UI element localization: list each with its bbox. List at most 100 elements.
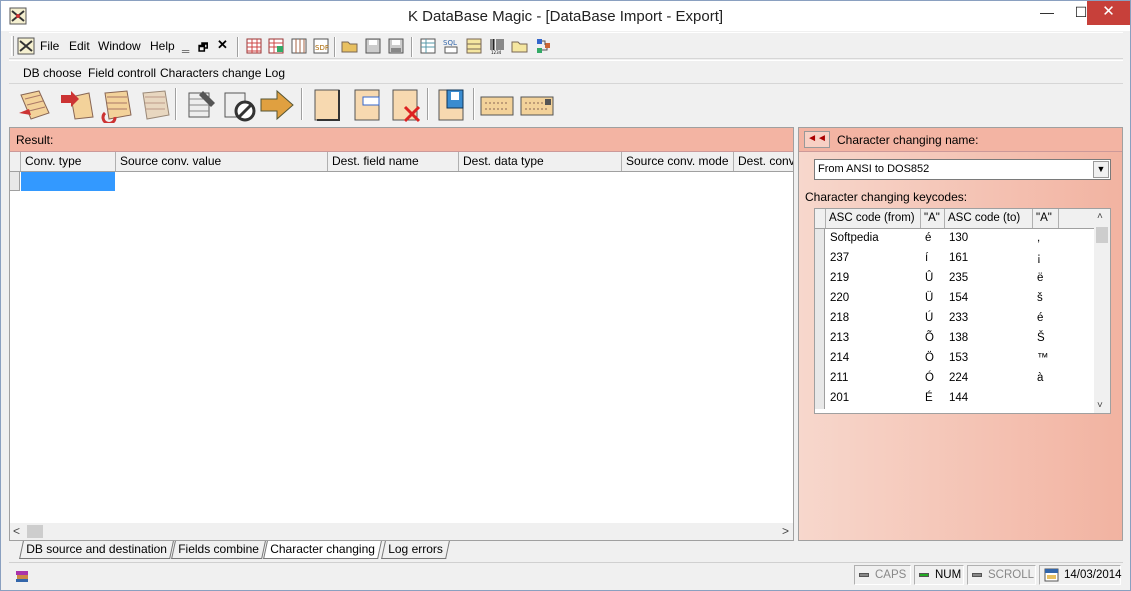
menu-field-controll[interactable]: Field controll	[88, 66, 156, 80]
table-red-icon[interactable]	[245, 37, 263, 55]
column-header-char-to[interactable]: "A"	[1033, 209, 1059, 228]
char-from-cell[interactable]: í	[925, 252, 928, 264]
save-as-icon[interactable]	[387, 37, 405, 55]
char-to-cell[interactable]: à	[1037, 372, 1043, 384]
asc-from-cell[interactable]: 220	[830, 292, 849, 304]
mdi-child-icon[interactable]	[17, 37, 35, 55]
menu-characters-change[interactable]: Characters change	[160, 66, 261, 80]
char-to-cell[interactable]: ë	[1037, 272, 1043, 284]
asc-from-cell[interactable]: 218	[830, 312, 849, 324]
keycode-row[interactable]: 218 Ú 233 é	[815, 309, 1095, 329]
char-from-cell[interactable]: Õ	[925, 332, 934, 344]
keycode-row[interactable]: 220 Ü 154 š	[815, 289, 1095, 309]
row-indicator[interactable]	[815, 229, 825, 249]
keycode-row[interactable]: 211 Ó 224 à	[815, 369, 1095, 389]
folder-note-icon[interactable]	[511, 37, 529, 55]
scrollbar-thumb[interactable]	[1096, 227, 1108, 243]
column-header-dest-conv[interactable]: Dest. conv.	[734, 152, 793, 171]
keycode-row[interactable]: 219 Û 235 ë	[815, 269, 1095, 289]
table-prohibited-icon[interactable]	[221, 87, 257, 123]
collapse-panel-button[interactable]: ◄◄	[804, 131, 830, 148]
forward-arrow-icon[interactable]	[259, 87, 295, 123]
keycode-row[interactable]: 237 í 161 ¡	[815, 249, 1095, 269]
char-to-cell[interactable]: ,	[1037, 232, 1040, 244]
barcode-icon[interactable]: 1234	[488, 37, 506, 55]
mdi-close-button[interactable]: ✕	[217, 37, 228, 53]
grid-icon[interactable]	[465, 37, 483, 55]
vertical-scrollbar[interactable]: ˄ ˅	[1094, 209, 1110, 413]
toolbar-grip[interactable]	[11, 36, 14, 56]
column-header-conv-type[interactable]: Conv. type	[21, 152, 116, 171]
new-page-icon[interactable]	[309, 87, 345, 123]
column-header-dest-field-name[interactable]: Dest. field name	[328, 152, 459, 171]
scroll-up-icon[interactable]: ˄	[1097, 211, 1103, 222]
scroll-right-icon[interactable]: >	[782, 524, 789, 538]
keycode-row[interactable]: 214 Ö 153 ™	[815, 349, 1095, 369]
char-from-cell[interactable]: Ú	[925, 312, 933, 324]
row-indicator[interactable]	[815, 369, 825, 389]
asc-from-cell[interactable]: Softpedia	[830, 232, 879, 244]
table-edit-icon[interactable]	[267, 37, 285, 55]
import-table-icon[interactable]	[419, 37, 437, 55]
row-indicator[interactable]	[10, 172, 20, 191]
asc-from-cell[interactable]: 237	[830, 252, 849, 264]
export-map-icon[interactable]	[17, 87, 53, 123]
minimize-button[interactable]: —	[1030, 1, 1064, 25]
dropdown-arrow-icon[interactable]: ▼	[1093, 161, 1109, 178]
open-folder-icon[interactable]	[341, 37, 359, 55]
asc-to-cell[interactable]: 235	[949, 272, 968, 284]
tab-fields-combine[interactable]: Fields combine	[171, 541, 266, 559]
char-from-cell[interactable]: Ö	[925, 352, 934, 364]
row-indicator[interactable]	[815, 349, 825, 369]
mdi-restore-button[interactable]: 🗗	[198, 39, 208, 58]
row-indicator[interactable]	[815, 389, 825, 409]
char-from-cell[interactable]: É	[925, 392, 933, 404]
char-to-cell[interactable]: é	[1037, 312, 1043, 324]
page-delete-icon[interactable]	[387, 87, 423, 123]
menu-log[interactable]: Log	[265, 66, 285, 80]
ticket-export-icon[interactable]	[519, 87, 555, 123]
table-columns-icon[interactable]	[290, 37, 308, 55]
menu-help[interactable]: Help	[150, 39, 175, 53]
horizontal-scrollbar[interactable]: < >	[10, 523, 793, 540]
mdi-minimize-button[interactable]: ‗	[182, 37, 189, 52]
asc-from-cell[interactable]: 214	[830, 352, 849, 364]
ticket-import-icon[interactable]	[479, 87, 515, 123]
asc-to-cell[interactable]: 154	[949, 292, 968, 304]
asc-to-cell[interactable]: 161	[949, 252, 968, 264]
asc-from-cell[interactable]: 219	[830, 272, 849, 284]
selected-cell[interactable]	[21, 172, 115, 191]
row-indicator[interactable]	[815, 269, 825, 289]
tab-db-source-destination[interactable]: DB source and destination	[19, 541, 174, 559]
column-header-source-conv-value[interactable]: Source conv. value	[116, 152, 328, 171]
asc-from-cell[interactable]: 211	[830, 372, 848, 384]
menu-db-choose[interactable]: DB choose	[23, 66, 82, 80]
column-header-char-from[interactable]: "A"	[921, 209, 945, 228]
sql-icon[interactable]: SQL	[442, 37, 460, 55]
close-button[interactable]: ✕	[1087, 1, 1130, 25]
char-to-cell[interactable]: ™	[1037, 352, 1049, 364]
column-header-asc-to[interactable]: ASC code (to)	[945, 209, 1033, 228]
asc-to-cell[interactable]: 138	[949, 332, 968, 344]
keycode-row[interactable]: Softpedia é 130,	[815, 229, 1095, 249]
tree-settings-icon[interactable]	[535, 37, 553, 55]
character-changing-select[interactable]: From ANSI to DOS852 ▼	[814, 159, 1111, 180]
map-disabled-icon[interactable]	[137, 87, 173, 123]
asc-from-cell[interactable]: 213	[830, 332, 849, 344]
asc-to-cell[interactable]: 144	[949, 392, 968, 404]
column-header-dest-data-type[interactable]: Dest. data type	[459, 152, 622, 171]
keycode-row[interactable]: 213 Õ 138 Š	[815, 329, 1095, 349]
row-indicator[interactable]	[815, 289, 825, 309]
sdf-icon[interactable]: SDF	[312, 37, 330, 55]
save-disk-icon[interactable]	[433, 87, 469, 123]
asc-from-cell[interactable]: 201	[830, 392, 849, 404]
char-to-cell[interactable]: Š	[1037, 332, 1045, 344]
char-to-cell[interactable]: š	[1037, 292, 1043, 304]
char-to-cell[interactable]: ¡	[1037, 252, 1041, 264]
char-from-cell[interactable]: Û	[925, 272, 933, 284]
menu-file[interactable]: File	[40, 39, 59, 53]
asc-to-cell[interactable]: 153	[949, 352, 968, 364]
tab-character-changing[interactable]: Character changing	[263, 541, 382, 559]
scroll-left-icon[interactable]: <	[13, 524, 20, 538]
tab-log-errors[interactable]: Log errors	[381, 541, 450, 559]
